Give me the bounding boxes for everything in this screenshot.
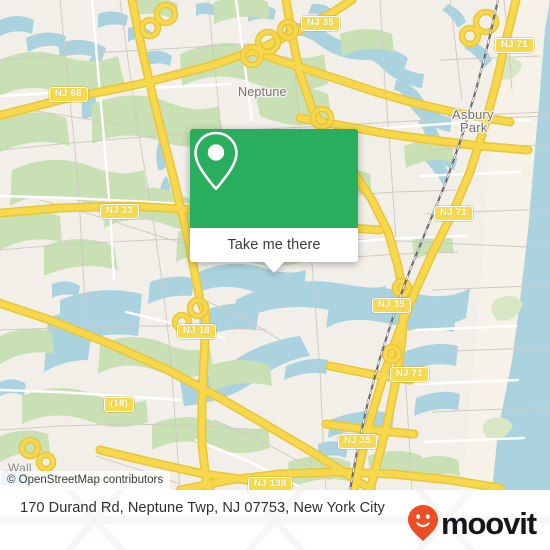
highway-shield-nj18: NJ 18 [177, 324, 216, 339]
osm-attribution[interactable]: © OpenStreetMap contributors [0, 471, 171, 490]
map-canvas[interactable]: Neptune Asbury Park Wall NJ 35 NJ 71 NJ … [0, 0, 550, 490]
take-me-there-label: Take me there [227, 237, 321, 253]
highway-shield-nj35-south: NJ 35 [338, 434, 377, 449]
highway-shield-nj35-north: NJ 35 [301, 16, 340, 31]
highway-shield-nj71-south: NJ 71 [390, 367, 429, 382]
highway-shield-nj71-north: NJ 71 [495, 38, 534, 53]
highway-shield-nj35-mid: NJ 35 [372, 298, 411, 313]
highway-shield-nj138: NJ 138 [248, 477, 293, 490]
highway-shield-nj66: NJ 66 [49, 87, 88, 102]
footer-bar: 170 Durand Rd, Neptune Twp, NJ 07753, Ne… [0, 490, 550, 550]
highway-shield-nj33: NJ 33 [100, 204, 139, 219]
card-action-bar[interactable]: Take me there [190, 228, 358, 262]
highway-shield-nj71-mid: NJ 71 [434, 206, 473, 221]
take-me-there-card[interactable]: Take me there [190, 129, 358, 273]
card-pointer-tail [264, 262, 284, 273]
highway-shield-18-alt: (18) [104, 397, 135, 412]
address-text: 170 Durand Rd, Neptune Twp, NJ 07753, Ne… [20, 500, 385, 516]
map-pin-icon [194, 131, 238, 190]
moovit-map-screenshot: Neptune Asbury Park Wall NJ 35 NJ 71 NJ … [0, 0, 550, 550]
card-header [190, 129, 358, 228]
moovit-logo[interactable]: moovit [407, 504, 537, 542]
moovit-pin-smiley-icon [407, 505, 438, 541]
moovit-wordmark: moovit [440, 505, 537, 541]
